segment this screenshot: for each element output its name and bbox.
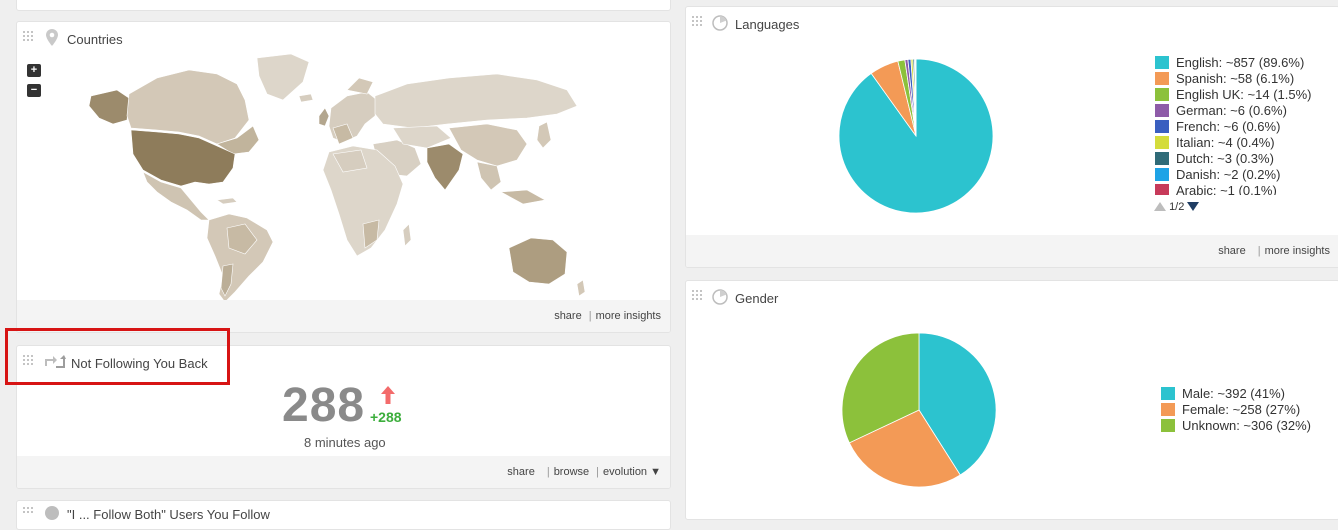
highlight-box bbox=[5, 328, 230, 385]
gender-legend-item[interactable]: Unknown: ~306 (32%) bbox=[1161, 418, 1338, 434]
gender-legend-item[interactable]: Male: ~392 (41%) bbox=[1161, 386, 1338, 402]
legend-label: German: ~6 (0.6%) bbox=[1176, 103, 1287, 118]
pie-chart-icon bbox=[712, 15, 728, 31]
more-insights-link[interactable]: more insights bbox=[1265, 245, 1330, 257]
separator: | bbox=[596, 466, 600, 478]
not-following-footer: share | browse | evolution ▼ bbox=[17, 456, 670, 488]
legend-swatch bbox=[1161, 419, 1175, 432]
legend-label: Unknown: ~306 (32%) bbox=[1182, 418, 1311, 433]
legend-swatch bbox=[1155, 120, 1169, 133]
legend-swatch bbox=[1155, 152, 1169, 165]
share-link[interactable]: share bbox=[507, 466, 535, 478]
more-insights-link[interactable]: more insights bbox=[596, 310, 661, 322]
languages-legend-item[interactable]: English UK: ~14 (1.5%) bbox=[1155, 87, 1335, 103]
legend-swatch bbox=[1155, 168, 1169, 181]
languages-header: Languages bbox=[686, 7, 1338, 39]
evolution-dropdown[interactable]: evolution ▼ bbox=[603, 466, 661, 478]
map-greenland bbox=[256, 53, 310, 101]
map-russia bbox=[374, 73, 578, 129]
drag-handle-icon[interactable] bbox=[23, 31, 35, 43]
legend-label: English: ~857 (89.6%) bbox=[1176, 55, 1305, 70]
top-widget-left bbox=[16, 0, 671, 11]
not-following-delta: +288 bbox=[370, 409, 402, 425]
share-link[interactable]: share bbox=[554, 310, 582, 322]
pager-down-icon[interactable] bbox=[1187, 202, 1200, 211]
map-uk bbox=[318, 107, 330, 127]
legend-swatch bbox=[1155, 184, 1169, 195]
languages-legend-pager: 1/2 bbox=[1154, 201, 1200, 213]
world-map[interactable] bbox=[77, 44, 597, 304]
gender-title: Gender bbox=[735, 291, 779, 306]
legend-swatch bbox=[1155, 88, 1169, 101]
map-australia bbox=[508, 237, 568, 285]
zoom-in-button[interactable]: + bbox=[27, 64, 41, 77]
legend-label: French: ~6 (0.6%) bbox=[1176, 119, 1281, 134]
gender-pie-chart[interactable] bbox=[839, 330, 999, 490]
separator: | bbox=[546, 466, 550, 478]
legend-swatch bbox=[1161, 387, 1175, 400]
languages-title: Languages bbox=[735, 17, 800, 32]
languages-footer: share | more insights bbox=[686, 235, 1338, 267]
separator: | bbox=[588, 310, 592, 322]
bottom-widget: "I ... Follow Both" Users You Follow bbox=[16, 500, 671, 530]
separator: | bbox=[1257, 245, 1261, 257]
drag-handle-icon[interactable] bbox=[692, 16, 704, 28]
last-updated-text: 8 minutes ago bbox=[304, 435, 386, 450]
pager-up-icon[interactable] bbox=[1154, 202, 1166, 211]
drag-handle-icon[interactable] bbox=[23, 507, 35, 519]
pie-chart-icon bbox=[712, 289, 728, 305]
gender-widget: Gender Male: ~392 (41%) Female: ~258 (27%… bbox=[685, 280, 1338, 520]
legend-label: Danish: ~2 (0.2%) bbox=[1176, 167, 1281, 182]
languages-widget: Languages English: ~857 (89.6%) Spanish: … bbox=[685, 6, 1338, 268]
map-pin-icon bbox=[46, 29, 58, 46]
user-circle-icon bbox=[45, 506, 59, 520]
languages-legend-item[interactable]: Italian: ~4 (0.4%) bbox=[1155, 135, 1335, 151]
gender-legend: Male: ~392 (41%) Female: ~258 (27%) Unknow… bbox=[1161, 386, 1338, 438]
legend-swatch bbox=[1155, 136, 1169, 149]
share-link[interactable]: share bbox=[1218, 245, 1246, 257]
legend-swatch bbox=[1155, 72, 1169, 85]
legend-label: Italian: ~4 (0.4%) bbox=[1176, 135, 1275, 150]
languages-legend-item[interactable]: Spanish: ~58 (6.1%) bbox=[1155, 71, 1335, 87]
browse-link[interactable]: browse bbox=[554, 466, 589, 478]
legend-label: Arabic: ~1 (0.1%) bbox=[1176, 183, 1277, 195]
not-following-count: 288 bbox=[282, 379, 366, 432]
map-india bbox=[426, 143, 464, 191]
legend-label: Dutch: ~3 (0.3%) bbox=[1176, 151, 1274, 166]
legend-label: Male: ~392 (41%) bbox=[1182, 386, 1285, 401]
legend-label: Female: ~258 (27%) bbox=[1182, 402, 1301, 417]
languages-legend-item[interactable]: Danish: ~2 (0.2%) bbox=[1155, 167, 1335, 183]
legend-swatch bbox=[1161, 403, 1175, 416]
languages-legend-item[interactable]: English: ~857 (89.6%) bbox=[1155, 55, 1335, 71]
languages-legend-item[interactable]: Dutch: ~3 (0.3%) bbox=[1155, 151, 1335, 167]
languages-pie-slice[interactable] bbox=[915, 58, 917, 137]
drag-handle-icon[interactable] bbox=[692, 290, 704, 302]
languages-legend-item[interactable]: German: ~6 (0.6%) bbox=[1155, 103, 1335, 119]
zoom-out-button[interactable]: − bbox=[27, 84, 41, 97]
legend-label: Spanish: ~58 (6.1%) bbox=[1176, 71, 1295, 86]
legend-swatch bbox=[1155, 56, 1169, 69]
bottom-widget-title: "I ... Follow Both" Users You Follow bbox=[67, 507, 270, 522]
gender-header: Gender bbox=[686, 281, 1338, 313]
languages-legend: English: ~857 (89.6%) Spanish: ~58 (6.1%)… bbox=[1155, 55, 1335, 195]
trend-up-arrow-icon bbox=[381, 386, 395, 404]
legend-swatch bbox=[1155, 104, 1169, 117]
pager-text: 1/2 bbox=[1169, 201, 1185, 213]
countries-widget: Countries + − share | more insights bbox=[16, 21, 671, 333]
gender-legend-item[interactable]: Female: ~258 (27%) bbox=[1161, 402, 1338, 418]
map-alaska bbox=[88, 89, 130, 125]
languages-legend-item[interactable]: Arabic: ~1 (0.1%) bbox=[1155, 183, 1335, 195]
languages-legend-item[interactable]: French: ~6 (0.6%) bbox=[1155, 119, 1335, 135]
legend-label: English UK: ~14 (1.5%) bbox=[1176, 87, 1312, 102]
languages-pie-chart[interactable] bbox=[836, 56, 996, 216]
